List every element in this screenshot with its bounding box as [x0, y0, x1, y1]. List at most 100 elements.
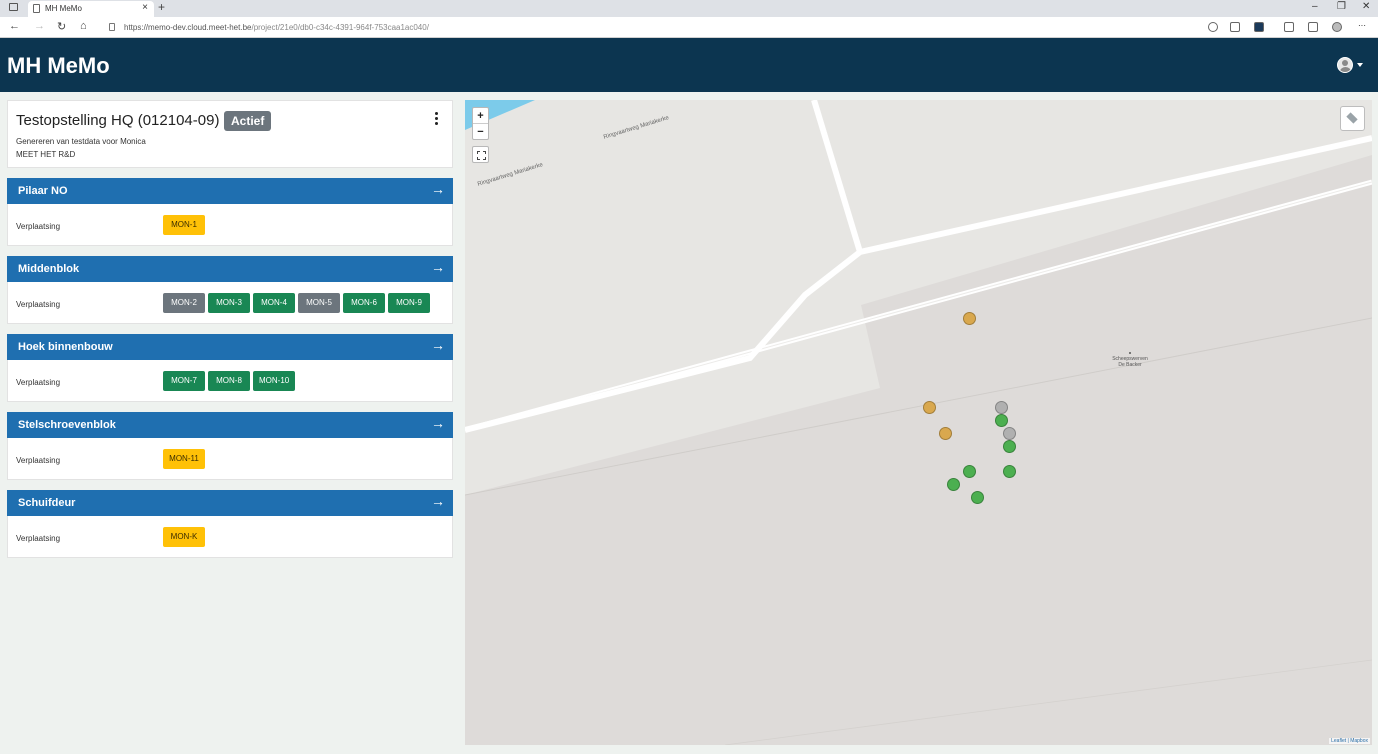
group-card: Middenblok → Verplaatsing MON-2 MON-3 MON-4 MO…: [7, 256, 453, 324]
group-header[interactable]: Schuifdeur →: [7, 490, 453, 516]
avatar-icon: [1337, 57, 1353, 73]
monitor-chip[interactable]: MON-11: [163, 449, 205, 469]
project-organisation: MEET HET R&D: [16, 150, 76, 159]
monitor-marker-inactive[interactable]: [994, 400, 1008, 414]
monitor-marker-inactive[interactable]: [1002, 426, 1016, 440]
group-name: Schuifdeur: [18, 497, 76, 509]
group-header[interactable]: Stelschroevenblok →: [7, 412, 453, 438]
monitor-marker-warning[interactable]: [938, 426, 952, 440]
lock-icon: [109, 23, 115, 31]
group-card: Hoek binnenbouw → Verplaatsing MON-7 MON-8 MO…: [7, 334, 453, 402]
restore-icon[interactable]: ❐: [1337, 1, 1346, 12]
monitor-chip-list: MON-2 MON-3 MON-4 MON-5 MON-6 MON-9: [163, 293, 430, 313]
close-tab-icon[interactable]: ×: [142, 2, 148, 13]
new-tab-button[interactable]: +: [158, 0, 165, 14]
minimize-icon[interactable]: –: [1312, 1, 1318, 12]
zoom-in-button[interactable]: +: [473, 108, 488, 124]
arrow-right-icon[interactable]: →: [431, 181, 445, 197]
monitor-chip[interactable]: MON-2: [163, 293, 205, 313]
reader-icon[interactable]: [1230, 22, 1240, 32]
fullscreen-button[interactable]: [472, 146, 489, 163]
url-host: https://memo-dev.cloud.meet-het.be: [124, 23, 252, 32]
tab-actions-icon[interactable]: [9, 3, 18, 11]
map-canvas: [465, 100, 1372, 745]
poi-label: Scheepswerven De Backer: [1112, 356, 1148, 368]
monitor-marker-ok[interactable]: [962, 464, 976, 478]
row-label: Verplaatsing: [16, 222, 61, 231]
url-path: /project/21e0/db0-c34c-4391-964f-753caa1…: [251, 23, 429, 32]
app-brand[interactable]: MH MeMo: [7, 53, 110, 79]
project-title: Testopstelling HQ (012104-09): [16, 112, 220, 129]
group-name: Pilaar NO: [18, 185, 68, 197]
group-name: Stelschroevenblok: [18, 419, 116, 431]
monitor-chip[interactable]: MON-8: [208, 371, 250, 391]
close-window-icon[interactable]: ✕: [1362, 1, 1370, 12]
profile-icon[interactable]: [1332, 22, 1342, 32]
row-label: Verplaatsing: [16, 378, 61, 387]
more-icon[interactable]: ···: [1358, 21, 1368, 31]
map[interactable]: + − Ringvaartweg Mariakerke Ringvaartweg…: [465, 100, 1372, 745]
layers-button[interactable]: [1340, 106, 1365, 131]
extension-icon[interactable]: [1254, 22, 1264, 32]
monitor-marker-ok[interactable]: [1002, 439, 1016, 453]
monitor-chip-list: MON-11: [163, 449, 205, 469]
group-header[interactable]: Pilaar NO →: [7, 178, 453, 204]
browser-tab[interactable]: MH MeMo ×: [28, 1, 154, 17]
monitor-chip-list: MON-7 MON-8 MON-10: [163, 371, 296, 391]
monitor-chip[interactable]: MON-K: [163, 527, 205, 547]
group-header[interactable]: Hoek binnenbouw →: [7, 334, 453, 360]
arrow-right-icon[interactable]: →: [431, 337, 445, 353]
browser-tab-strip: MH MeMo × + – ❐ ✕: [0, 0, 1378, 17]
user-menu[interactable]: [1337, 57, 1365, 75]
group-card: Schuifdeur → Verplaatsing MON-K: [7, 490, 453, 558]
page-icon: [33, 4, 40, 13]
group-name: Hoek binnenbouw: [18, 341, 113, 353]
monitor-marker-warning[interactable]: [922, 400, 936, 414]
group-card: Pilaar NO → Verplaatsing MON-1: [7, 178, 453, 246]
monitor-marker-ok[interactable]: [946, 477, 960, 491]
monitor-chip[interactable]: MON-3: [208, 293, 250, 313]
group-header[interactable]: Middenblok →: [7, 256, 453, 282]
row-label: Verplaatsing: [16, 456, 61, 465]
app-header: MH MeMo: [0, 38, 1378, 92]
arrow-right-icon[interactable]: →: [431, 259, 445, 275]
monitor-marker-ok[interactable]: [1002, 464, 1016, 478]
project-card: Testopstelling HQ (012104-09) Actief Gen…: [7, 100, 453, 168]
monitor-chip[interactable]: MON-4: [253, 293, 295, 313]
status-badge: Actief: [224, 111, 272, 131]
key-icon[interactable]: [1208, 22, 1218, 32]
project-description: Genereren van testdata voor Monica: [16, 137, 146, 146]
chevron-down-icon: [1357, 63, 1363, 67]
url-field[interactable]: https://memo-dev.cloud.meet-het.be/proje…: [104, 19, 1224, 36]
zoom-control: + −: [472, 107, 489, 140]
monitor-chip[interactable]: MON-9: [388, 293, 430, 313]
arrow-right-icon[interactable]: →: [431, 493, 445, 509]
row-label: Verplaatsing: [16, 534, 61, 543]
monitor-marker-warning[interactable]: [962, 311, 976, 325]
monitor-marker-ok[interactable]: [970, 490, 984, 504]
arrow-right-icon[interactable]: →: [431, 415, 445, 431]
monitor-chip[interactable]: MON-1: [163, 215, 205, 235]
monitor-chip-list: MON-1: [163, 215, 205, 235]
monitor-marker-ok[interactable]: [994, 413, 1008, 427]
poi-marker-icon: [1129, 352, 1131, 354]
zoom-out-button[interactable]: −: [473, 124, 488, 140]
browser-tab-title: MH MeMo: [45, 4, 82, 13]
forward-icon[interactable]: →: [34, 20, 45, 32]
group-name: Middenblok: [18, 263, 80, 275]
back-icon[interactable]: ←: [9, 20, 20, 32]
favorites-icon[interactable]: [1284, 22, 1294, 32]
monitor-chip[interactable]: MON-6: [343, 293, 385, 313]
address-bar: ← → ↻ ⌂ https://memo-dev.cloud.meet-het.…: [0, 17, 1378, 38]
monitor-chip[interactable]: MON-10: [253, 371, 296, 391]
monitor-chip[interactable]: MON-7: [163, 371, 205, 391]
collections-icon[interactable]: [1308, 22, 1318, 32]
group-card: Stelschroevenblok → Verplaatsing MON-11: [7, 412, 453, 480]
monitor-chip-list: MON-K: [163, 527, 205, 547]
monitor-chip[interactable]: MON-5: [298, 293, 340, 313]
row-label: Verplaatsing: [16, 300, 61, 309]
home-icon[interactable]: ⌂: [80, 20, 87, 32]
map-attribution[interactable]: Leaflet | Mapbox: [1329, 738, 1370, 744]
reload-icon[interactable]: ↻: [57, 20, 66, 33]
kebab-menu-icon[interactable]: [431, 111, 441, 127]
